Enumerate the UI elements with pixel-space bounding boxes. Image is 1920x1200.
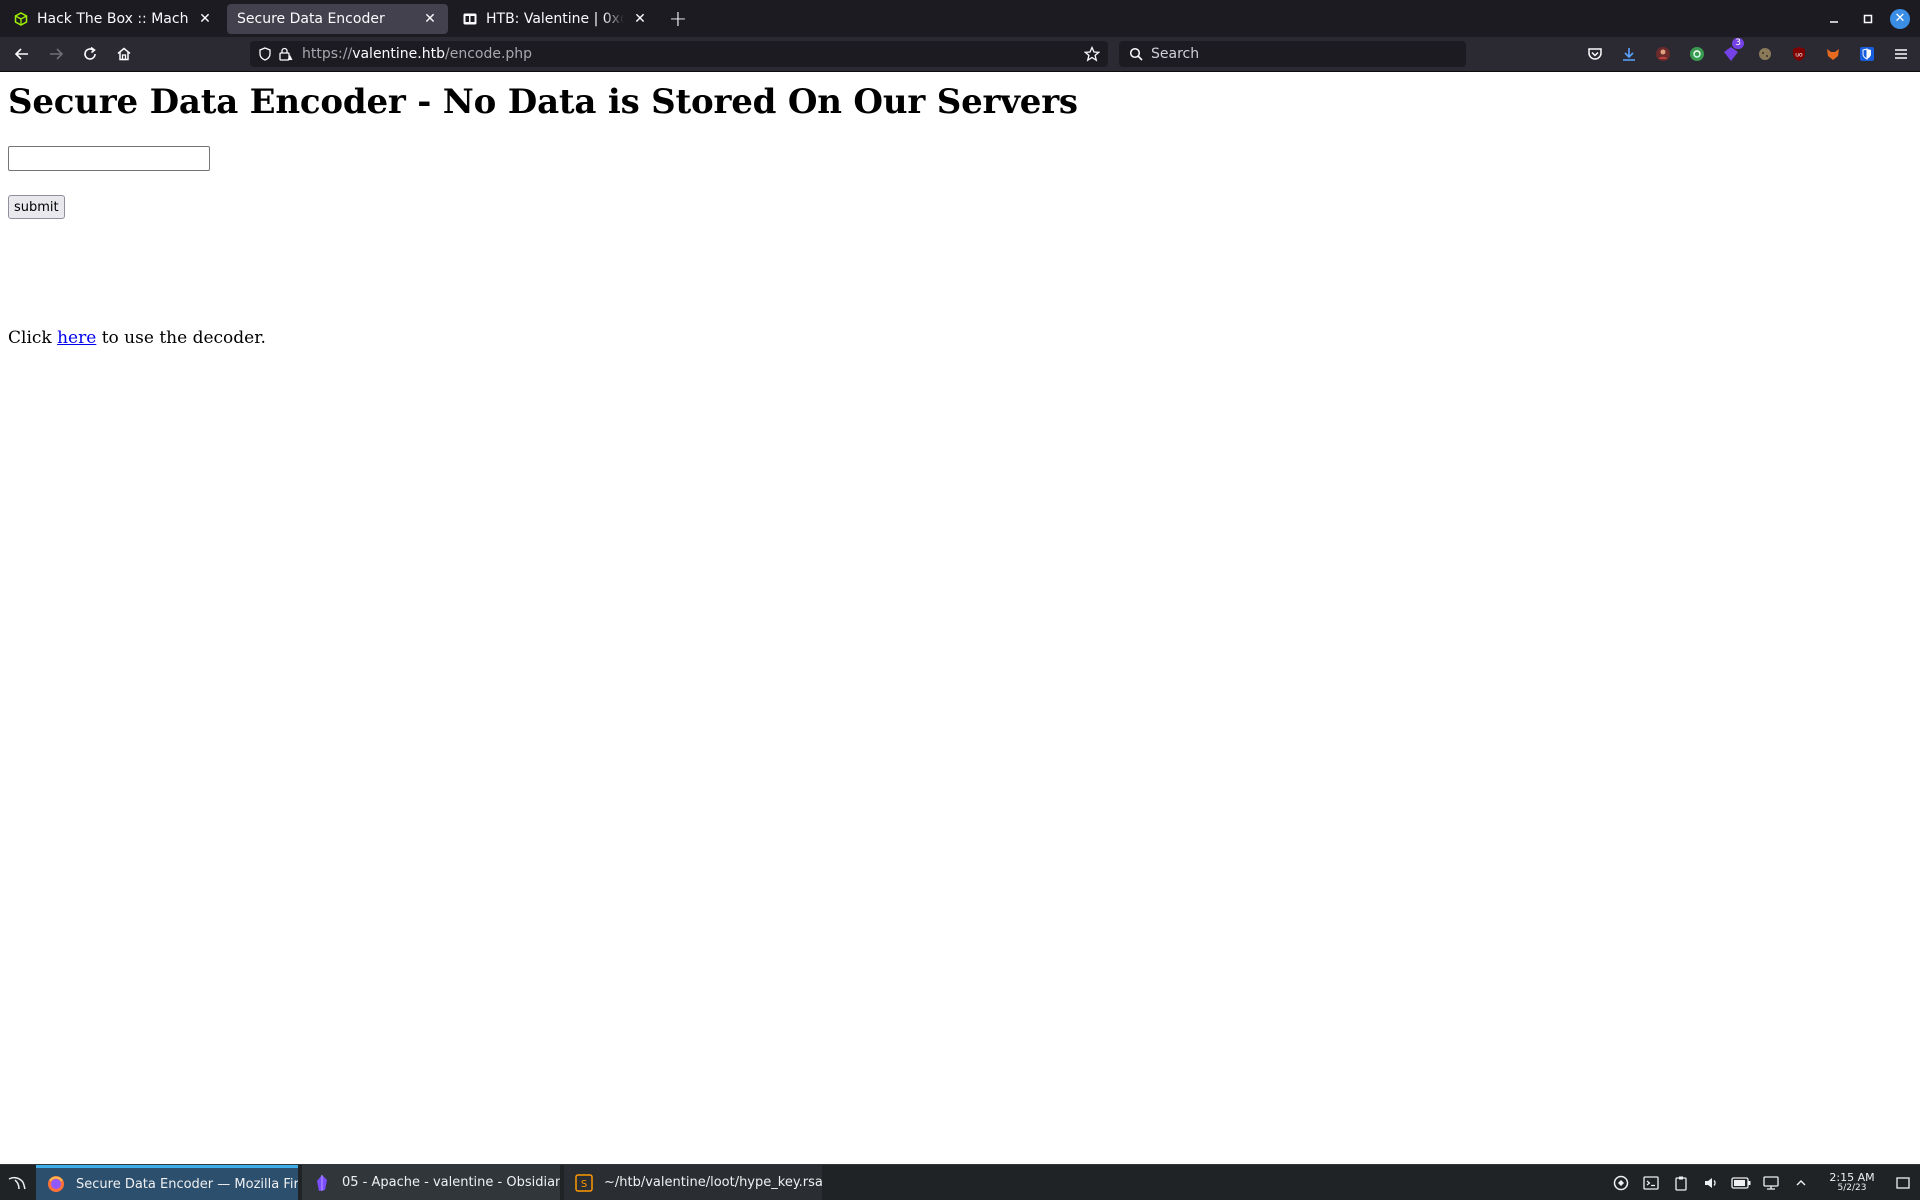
kali-dragon-menu-icon[interactable] xyxy=(0,1165,34,1200)
foxyproxy-icon[interactable] xyxy=(1816,41,1850,67)
tab-0xdf-valentine[interactable]: HTB: Valentine | 0xdf hacks stuff ✕ xyxy=(452,4,658,34)
svg-text:uo: uo xyxy=(1795,52,1803,59)
taskbar-item-label: ~/htb/valentine/loot/hype_key.rsa ... xyxy=(604,1175,822,1190)
search-placeholder: Search xyxy=(1151,46,1200,62)
chevron-up-icon[interactable] xyxy=(1786,1165,1816,1200)
close-tab-icon[interactable]: ✕ xyxy=(422,11,438,27)
search-bar[interactable]: Search xyxy=(1119,41,1466,67)
tab-secure-data-encoder[interactable]: Secure Data Encoder ✕ xyxy=(227,4,448,34)
clock-time: 2:15 AM xyxy=(1829,1171,1875,1184)
maximize-window-icon[interactable] xyxy=(1854,5,1882,33)
browser-navigation-toolbar: https://valentine.htb/encode.php Search … xyxy=(0,37,1920,72)
back-arrow-icon[interactable] xyxy=(6,39,38,69)
purple-extension-icon[interactable]: 3 xyxy=(1714,38,1748,67)
decoder-suffix-text: to use the decoder. xyxy=(96,328,266,348)
page-title: Secure Data Encoder - No Data is Stored … xyxy=(8,82,1078,122)
tab-title: HTB: Valentine | 0xdf hacks stuff xyxy=(486,11,624,27)
encode-text-input[interactable] xyxy=(8,146,210,171)
address-bar[interactable]: https://valentine.htb/encode.php xyxy=(250,41,1108,67)
terminal-icon[interactable] xyxy=(1636,1165,1666,1200)
url-host: valentine.htb xyxy=(352,46,445,62)
tab-hack-the-box[interactable]: Hack The Box :: Machines ✕ xyxy=(3,4,223,34)
url-text: https://valentine.htb/encode.php xyxy=(302,46,532,62)
downloads-icon[interactable] xyxy=(1612,41,1646,67)
hamburger-menu-icon[interactable] xyxy=(1884,41,1918,67)
search-icon xyxy=(1127,45,1145,63)
window-controls: ✕ xyxy=(1814,0,1920,37)
close-window-icon[interactable]: ✕ xyxy=(1890,8,1910,29)
0xdf-site-icon xyxy=(462,11,478,27)
close-tab-icon[interactable]: ✕ xyxy=(632,11,648,27)
taskbar-item-sublime-text[interactable]: S ~/htb/valentine/loot/hype_key.rsa ... xyxy=(564,1164,822,1200)
home-icon[interactable] xyxy=(108,39,140,69)
page-content: Secure Data Encoder - No Data is Stored … xyxy=(0,72,1920,1164)
network-wired-icon[interactable] xyxy=(1756,1165,1786,1200)
tab-title: Hack The Box :: Machines xyxy=(37,11,189,27)
obsidian-icon xyxy=(312,1173,332,1193)
bitwarden-shield-icon[interactable] xyxy=(1850,41,1884,67)
hackthebox-cube-icon xyxy=(13,11,29,27)
tab-title: Secure Data Encoder xyxy=(237,11,385,27)
submit-button[interactable]: submit xyxy=(8,195,65,219)
taskbar-item-label: Secure Data Encoder — Mozilla Fir... xyxy=(76,1176,298,1192)
decoder-link[interactable]: here xyxy=(57,328,96,348)
decoder-prefix-text: Click xyxy=(8,328,58,348)
taskbar-item-firefox[interactable]: Secure Data Encoder — Mozilla Fir... xyxy=(36,1164,298,1200)
url-scheme: https:// xyxy=(302,46,353,62)
extension-badge-count: 3 xyxy=(1732,38,1744,49)
taskbar-item-obsidian[interactable]: 05 - Apache - valentine - Obsidian ... xyxy=(302,1164,560,1200)
desktop-taskbar: Secure Data Encoder — Mozilla Fir... 05 … xyxy=(0,1164,1920,1200)
volume-speaker-icon[interactable] xyxy=(1696,1165,1726,1200)
tracking-protection-shield-icon[interactable] xyxy=(256,45,274,63)
bookmark-star-icon[interactable] xyxy=(1082,44,1102,64)
profile-avatar-extension-icon[interactable] xyxy=(1646,41,1680,67)
system-clock[interactable]: 2:15 AM 5/2/23 xyxy=(1820,1172,1884,1194)
decoder-link-paragraph: Click here to use the decoder. xyxy=(8,328,266,348)
forward-arrow-icon[interactable] xyxy=(40,39,72,69)
reload-icon[interactable] xyxy=(74,39,106,69)
svg-text:S: S xyxy=(581,1179,587,1190)
browser-tab-strip: Hack The Box :: Machines ✕ Secure Data E… xyxy=(0,0,1920,37)
cookie-extension-icon[interactable] xyxy=(1748,41,1782,67)
pocket-icon[interactable] xyxy=(1578,41,1612,67)
system-tray: 2:15 AM 5/2/23 xyxy=(1606,1165,1920,1200)
sublime-text-icon: S xyxy=(574,1173,594,1193)
ublock-origin-icon[interactable]: uo xyxy=(1782,41,1816,67)
minimize-window-icon[interactable] xyxy=(1820,5,1848,33)
clipboard-icon[interactable] xyxy=(1666,1165,1696,1200)
new-tab-plus-icon[interactable]: + xyxy=(664,5,692,33)
lock-warning-icon[interactable] xyxy=(276,45,294,63)
show-desktop-icon[interactable] xyxy=(1888,1165,1918,1200)
firefox-icon xyxy=(46,1174,66,1194)
extensions-toolbar: 3 uo xyxy=(1578,38,1918,67)
vpn-status-icon[interactable] xyxy=(1606,1165,1636,1200)
close-tab-icon[interactable]: ✕ xyxy=(197,11,213,27)
url-path: /encode.php xyxy=(445,46,533,62)
clock-date: 5/2/23 xyxy=(1837,1183,1867,1193)
taskbar-item-label: 05 - Apache - valentine - Obsidian ... xyxy=(342,1175,560,1190)
battery-icon[interactable] xyxy=(1726,1165,1756,1200)
sync-extension-icon[interactable] xyxy=(1680,41,1714,67)
